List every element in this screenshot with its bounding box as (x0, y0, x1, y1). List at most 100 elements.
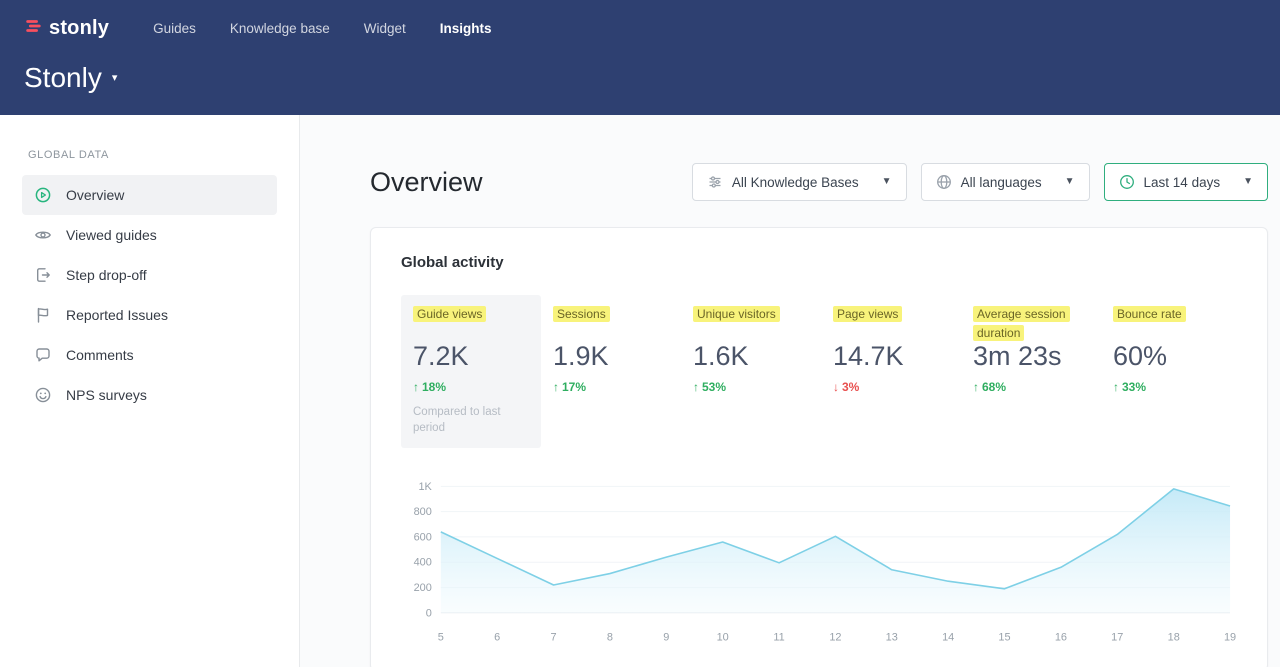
metric-change: ↓3% (833, 380, 949, 394)
sidebar-item-overview[interactable]: Overview (22, 175, 277, 215)
top-nav: Guides Knowledge base Widget Insights (153, 21, 491, 36)
filter-label: Last 14 days (1144, 175, 1221, 190)
sidebar-section-label: GLOBAL DATA (28, 149, 271, 161)
comment-icon (34, 346, 52, 364)
metric-page-views[interactable]: Page views 14.7K ↓3% (821, 295, 961, 448)
metric-unique-visitors[interactable]: Unique visitors 1.6K ↑53% (681, 295, 821, 448)
trend-arrow-icon: ↑ (413, 380, 419, 394)
metric-note: Compared to last period (413, 404, 517, 436)
metric-value: 60% (1113, 341, 1229, 372)
trend-arrow-icon: ↑ (973, 380, 979, 394)
svg-text:400: 400 (414, 557, 432, 569)
metric-value: 14.7K (833, 341, 949, 372)
sidebar-item-label: Viewed guides (66, 227, 157, 243)
sidebar-item-reported-issues[interactable]: Reported Issues (22, 295, 277, 335)
svg-text:5: 5 (438, 632, 444, 644)
metric-avg-session-duration[interactable]: Average session duration 3m 23s ↑68% (961, 295, 1101, 448)
eye-icon (34, 226, 52, 244)
svg-text:600: 600 (414, 532, 432, 544)
svg-text:200: 200 (414, 582, 432, 594)
svg-text:9: 9 (663, 632, 669, 644)
metric-label: Sessions (553, 305, 669, 341)
svg-text:19: 19 (1224, 632, 1236, 644)
chevron-down-icon: ▼ (882, 177, 892, 187)
svg-text:12: 12 (829, 632, 841, 644)
chevron-down-icon: ▼ (1243, 177, 1253, 187)
flag-icon (34, 306, 52, 324)
svg-text:14: 14 (942, 632, 954, 644)
sidebar-item-viewed-guides[interactable]: Viewed guides (22, 215, 277, 255)
sidebar-item-label: Overview (66, 187, 124, 203)
page-title: Overview (370, 167, 483, 198)
nav-knowledge-base[interactable]: Knowledge base (230, 21, 330, 36)
sliders-icon (707, 174, 723, 190)
workspace-selector[interactable]: Stonly ▾ (24, 62, 1256, 94)
svg-text:0: 0 (426, 607, 432, 619)
metric-change: ↑18% (413, 380, 529, 394)
metric-change: ↑53% (693, 380, 809, 394)
sidebar-item-nps-surveys[interactable]: NPS surveys (22, 375, 277, 415)
svg-text:1K: 1K (418, 481, 432, 493)
sidebar-item-label: NPS surveys (66, 387, 147, 403)
metric-sessions[interactable]: Sessions 1.9K ↑17% (541, 295, 681, 448)
svg-text:13: 13 (886, 632, 898, 644)
sidebar-item-step-drop-off[interactable]: Step drop-off (22, 255, 277, 295)
metric-label: Average session duration (973, 305, 1089, 341)
metric-value: 1.9K (553, 341, 669, 372)
chevron-down-icon: ▾ (112, 73, 118, 84)
metric-value: 3m 23s (973, 341, 1089, 372)
svg-text:16: 16 (1055, 632, 1067, 644)
svg-text:17: 17 (1111, 632, 1123, 644)
smiley-icon (34, 386, 52, 404)
clock-icon (1119, 174, 1135, 190)
sidebar-nav: Overview Viewed guides S (22, 175, 277, 415)
languages-filter[interactable]: All languages ▼ (921, 163, 1090, 201)
trend-arrow-icon: ↓ (833, 380, 839, 394)
svg-text:15: 15 (998, 632, 1010, 644)
sidebar-item-label: Reported Issues (66, 307, 168, 323)
knowledge-bases-filter[interactable]: All Knowledge Bases ▼ (692, 163, 907, 201)
metric-bounce-rate[interactable]: Bounce rate 60% ↑33% (1101, 295, 1241, 448)
metric-label: Unique visitors (693, 305, 809, 341)
sidebar-item-comments[interactable]: Comments (22, 335, 277, 375)
metric-label: Guide views (413, 305, 529, 341)
metric-value: 1.6K (693, 341, 809, 372)
sidebar-item-label: Comments (66, 347, 134, 363)
sidebar-item-label: Step drop-off (66, 267, 147, 283)
trend-arrow-icon: ↑ (1113, 380, 1119, 394)
workspace-name: Stonly (24, 62, 102, 94)
svg-text:18: 18 (1168, 632, 1180, 644)
date-range-filter[interactable]: Last 14 days ▼ (1104, 163, 1268, 201)
global-activity-card: Global activity Guide views 7.2K ↑18% Co… (370, 227, 1268, 667)
chevron-down-icon: ▼ (1065, 177, 1075, 187)
stonly-logo-icon (24, 17, 42, 40)
svg-text:11: 11 (773, 632, 784, 644)
metrics-row: Guide views 7.2K ↑18% Compared to last p… (401, 295, 1237, 448)
logo-text: stonly (49, 17, 109, 40)
filter-label: All languages (961, 175, 1042, 190)
svg-text:8: 8 (607, 632, 613, 644)
svg-text:10: 10 (717, 632, 729, 644)
step-dropoff-icon (34, 266, 52, 284)
nav-guides[interactable]: Guides (153, 21, 196, 36)
stonly-logo[interactable]: stonly (24, 17, 109, 40)
metric-label: Page views (833, 305, 949, 341)
metric-change: ↑33% (1113, 380, 1229, 394)
metric-change: ↑17% (553, 380, 669, 394)
metric-label: Bounce rate (1113, 305, 1229, 341)
globe-icon (936, 174, 952, 190)
card-title: Global activity (401, 254, 1237, 271)
trend-arrow-icon: ↑ (693, 380, 699, 394)
metric-guide-views[interactable]: Guide views 7.2K ↑18% Compared to last p… (401, 295, 541, 448)
svg-text:6: 6 (494, 632, 500, 644)
filter-bar: All Knowledge Bases ▼ All languages ▼ (692, 163, 1268, 201)
svg-text:7: 7 (551, 632, 557, 644)
metric-change: ↑68% (973, 380, 1089, 394)
nav-widget[interactable]: Widget (364, 21, 406, 36)
main-content: Overview All Knowledge Bases ▼ (300, 115, 1280, 667)
trend-arrow-icon: ↑ (553, 380, 559, 394)
activity-area-chart: 02004006008001K5678910111213141516171819 (401, 476, 1237, 654)
sidebar: GLOBAL DATA Overview Viewe (0, 115, 300, 667)
filter-label: All Knowledge Bases (732, 175, 859, 190)
nav-insights[interactable]: Insights (440, 21, 492, 36)
